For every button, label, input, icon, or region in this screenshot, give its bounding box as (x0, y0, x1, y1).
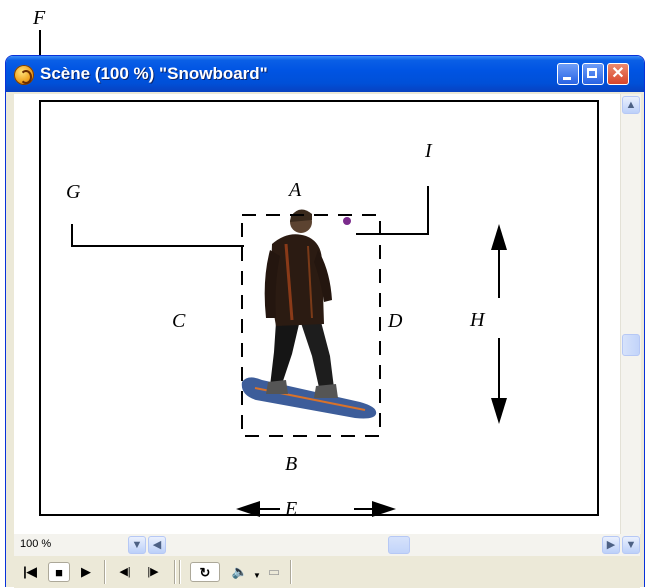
width-arrow (236, 501, 396, 517)
snowboarder-image (241, 209, 377, 419)
callout-I: I (425, 140, 432, 162)
callout-G: G (66, 181, 81, 203)
callout-A: A (289, 179, 302, 201)
callout-C: C (172, 310, 186, 332)
callout-E: E (285, 498, 298, 520)
callout-H: H (470, 309, 485, 331)
leader-line-G (71, 224, 244, 247)
annotation-overlay (71, 186, 507, 517)
callout-D: D (388, 310, 403, 332)
registration-point (343, 217, 351, 225)
height-arrow (491, 224, 507, 424)
leader-line-I (356, 186, 429, 235)
callout-B: B (285, 453, 298, 475)
